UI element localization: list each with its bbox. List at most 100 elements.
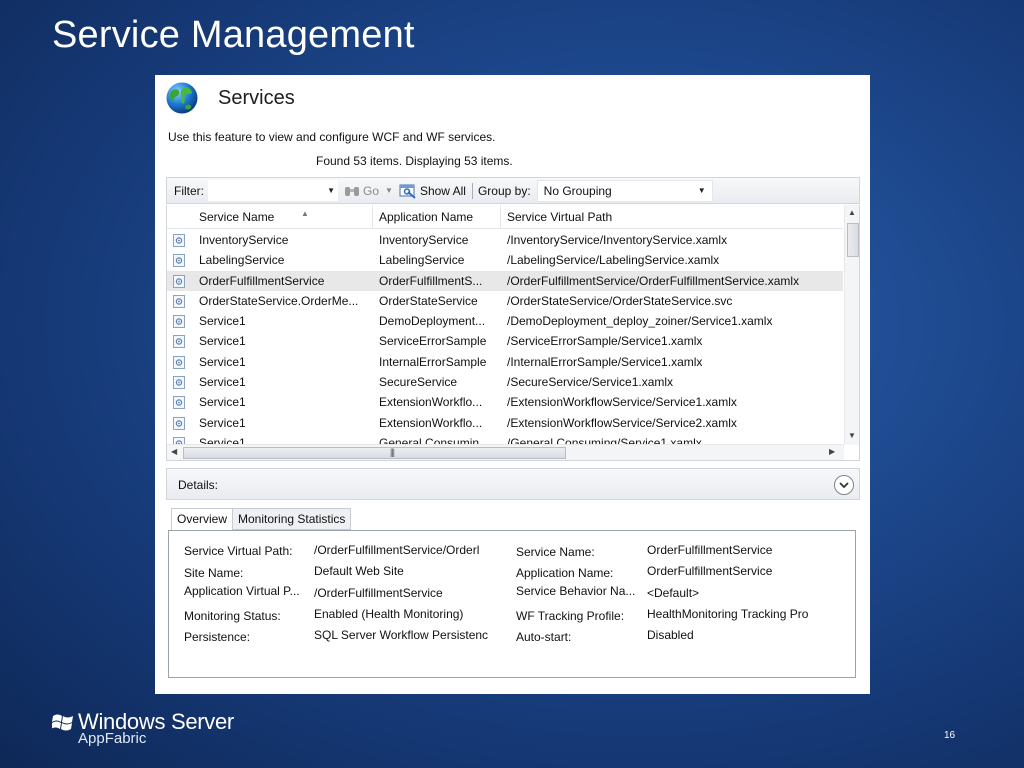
table-row[interactable]: OrderStateService.OrderMe... OrderStateSe…	[167, 291, 843, 311]
filter-input[interactable]: ▼	[208, 180, 338, 201]
service-name-cell: Service1	[199, 375, 246, 390]
scroll-down-icon[interactable]: ▼	[848, 431, 856, 440]
table-row[interactable]: OrderFulfillmentService OrderFulfillmentS…	[167, 270, 843, 291]
detail-label: Application Virtual P...	[184, 584, 300, 598]
detail-label: Site Name:	[184, 566, 244, 580]
application-name-cell: SecureService	[379, 375, 458, 390]
table-row[interactable]: Service1 SecureService/SecureService/Serv…	[167, 372, 843, 392]
table-row[interactable]: InventoryService InventoryService/Invento…	[167, 230, 843, 250]
go-button[interactable]: Go ▼	[344, 184, 393, 198]
service-name-cell: InventoryService	[199, 233, 289, 247]
column-header-application-name[interactable]: Application Name	[373, 205, 501, 229]
service-name-cell: Service1	[199, 314, 246, 329]
detail-label: WF Tracking Profile:	[516, 609, 625, 623]
service-name-cell: Service1	[199, 415, 246, 430]
application-name-cell: ServiceErrorSample	[379, 334, 487, 349]
tab-monitoring-statistics[interactable]: Monitoring Statistics	[232, 508, 352, 530]
scroll-left-icon[interactable]: ◀	[171, 447, 177, 456]
column-header-service-virtual-path[interactable]: Service Virtual Path	[501, 205, 843, 229]
details-panel: Service Virtual Path: /OrderFulfillmentS…	[168, 530, 856, 678]
application-name-cell: OrderFulfillmentS...	[379, 273, 483, 288]
tab-overview[interactable]: Overview	[171, 508, 234, 532]
service-path-cell: /ServiceErrorSample/Service1.xamlx	[507, 334, 703, 349]
detail-value: Enabled (Health Monitoring)	[314, 607, 464, 621]
collapse-details-button[interactable]	[834, 475, 854, 495]
chevron-down-icon[interactable]: ▼	[698, 186, 706, 195]
page-number: 16	[944, 730, 956, 741]
column-header-service-name[interactable]: Service Name ▲	[193, 205, 373, 229]
chevron-down-icon[interactable]: ▼	[327, 186, 335, 195]
service-path-cell: /InternalErrorSample/Service1.xamlx	[507, 354, 703, 369]
detail-value: /OrderFulfillmentService/Orderl	[314, 543, 480, 557]
show-all-label: Show All	[419, 183, 466, 198]
horizontal-scrollbar[interactable]: ◀ ||| ▶	[167, 444, 844, 460]
table-row[interactable]: Service1 DemoDeployment... /DemoDeployment…	[167, 311, 843, 331]
service-path-cell: /ExtensionWorkflowService/Service1.xamlx	[507, 395, 737, 410]
table-row[interactable]: LabelingService LabelingService/LabelingS…	[167, 250, 843, 270]
detail-value: Disabled	[647, 628, 694, 642]
show-all-button[interactable]: Show All	[399, 183, 466, 199]
detail-value: HealthMonitoring Tracking Pro	[647, 607, 809, 621]
detail-value: SQL Server Workflow Persistenc	[314, 628, 489, 642]
application-name-cell: ExtensionWorkflo...	[379, 395, 483, 410]
service-name-cell: Service1	[199, 395, 246, 410]
application-name-cell: LabelingService	[379, 253, 465, 268]
service-name-cell: Service1	[199, 334, 246, 349]
brand-name: Windows Server	[78, 709, 234, 735]
scroll-up-icon[interactable]: ▲	[848, 208, 856, 217]
detail-label: Service Name:	[516, 545, 595, 559]
table-row[interactable]: Service1 InternalErrorSample/InternalErro…	[167, 352, 843, 372]
group-by-value: No Grouping	[543, 183, 612, 198]
scroll-grip-icon: |||	[390, 447, 395, 457]
brand-logo: Windows Server AppFabric	[52, 709, 234, 747]
globe-icon	[166, 82, 198, 114]
details-header: Details:	[166, 468, 860, 500]
group-by-label: Group by:	[477, 183, 531, 198]
show-all-icon	[399, 184, 416, 199]
application-name-cell: OrderStateService	[379, 293, 478, 308]
grid-rows: InventoryService InventoryService/Invento…	[167, 230, 843, 453]
service-icon	[173, 416, 185, 430]
service-path-cell: /InventoryService/InventoryService.xamlx	[507, 233, 728, 247]
feature-header: Services	[165, 81, 295, 115]
vertical-scrollbar[interactable]: ▲ ▼	[844, 205, 859, 445]
application-name-cell: InventoryService	[379, 233, 469, 247]
application-name-cell: DemoDeployment...	[379, 314, 486, 329]
vertical-scroll-thumb[interactable]	[847, 223, 859, 257]
service-path-cell: /LabelingService/LabelingService.xamlx	[507, 253, 720, 268]
filter-label: Filter:	[174, 183, 204, 198]
service-name-cell: Service1	[199, 354, 246, 369]
detail-label: Service Behavior Na...	[516, 584, 636, 598]
service-icon	[173, 294, 185, 308]
application-name-cell: ExtensionWorkflo...	[379, 415, 483, 430]
detail-label: Monitoring Status:	[184, 609, 281, 623]
group-by-select[interactable]: No Grouping ▼	[536, 179, 713, 202]
table-row[interactable]: Service1 ServiceErrorSample/ServiceErrorS…	[167, 331, 843, 351]
detail-value: <Default>	[647, 586, 700, 600]
chevron-down-icon	[839, 482, 849, 489]
service-name-cell: OrderFulfillmentService	[199, 273, 325, 288]
service-name-cell: LabelingService	[199, 253, 285, 268]
table-row[interactable]: Service1 ExtensionWorkflo... /ExtensionWor…	[167, 413, 843, 433]
horizontal-scroll-thumb[interactable]: |||	[183, 447, 566, 459]
detail-label: Persistence:	[184, 630, 251, 644]
detail-value: /OrderFulfillmentService	[314, 586, 443, 600]
service-icon	[173, 335, 185, 349]
toolbar-divider	[471, 182, 473, 199]
found-count: Found 53 items. Displaying 53 items.	[316, 154, 513, 168]
services-grid: Service Name ▲ Application Name Service …	[166, 205, 860, 461]
detail-label: Application Name:	[516, 566, 614, 580]
table-row[interactable]: Service1 ExtensionWorkflo... /ExtensionWor…	[167, 392, 843, 412]
service-icon	[173, 355, 185, 369]
slide-title: Service Management	[52, 14, 415, 56]
service-path-cell: /SecureService/Service1.xamlx	[507, 375, 674, 390]
go-label: Go	[363, 183, 380, 198]
scroll-right-icon[interactable]: ▶	[829, 447, 835, 456]
chevron-down-icon[interactable]: ▼	[385, 186, 393, 195]
service-icon	[173, 396, 185, 410]
feature-description: Use this feature to view and configure W…	[168, 130, 496, 144]
binoculars-icon	[345, 186, 359, 196]
detail-label: Auto-start:	[516, 630, 572, 644]
service-path-cell: /ExtensionWorkflowService/Service2.xamlx	[507, 415, 737, 430]
service-path-cell: /OrderFulfillmentService/OrderFulfillmen…	[507, 273, 800, 288]
